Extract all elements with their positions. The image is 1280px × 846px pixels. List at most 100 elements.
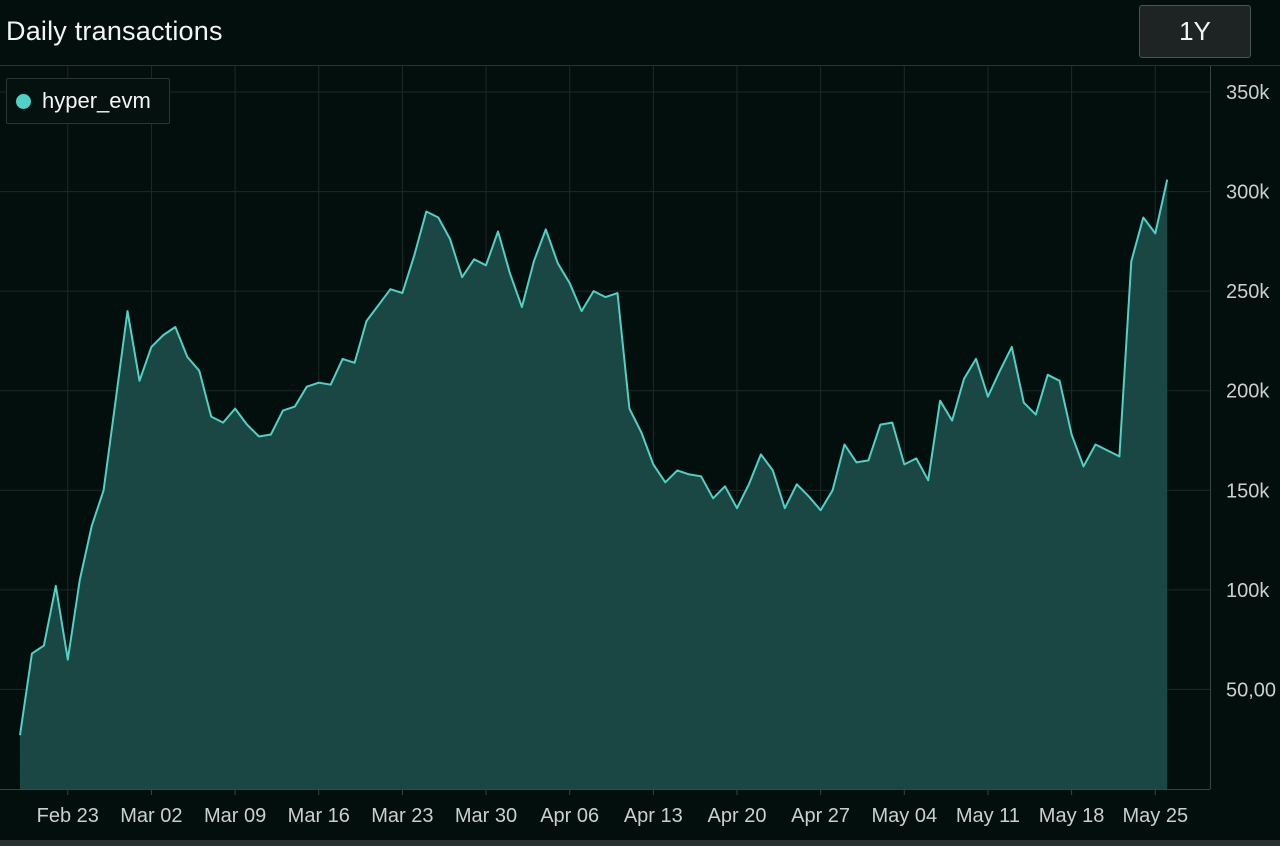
x-axis-ticks: Feb 23 Mar 02 Mar 09 Mar 16 Mar 23 Mar 30 Apr … — [37, 789, 1188, 827]
data-point — [760, 453, 762, 455]
data-point — [891, 421, 893, 423]
data-point — [43, 644, 45, 646]
data-point — [67, 658, 69, 660]
y-tick-label: 150k — [1226, 480, 1270, 502]
data-point — [664, 481, 666, 483]
data-point — [126, 310, 128, 312]
data-point — [389, 288, 391, 290]
data-point — [927, 479, 929, 481]
data-point — [843, 443, 845, 445]
data-point — [1047, 374, 1049, 376]
data-point — [1118, 455, 1120, 457]
data-point — [246, 423, 248, 425]
data-point — [1094, 443, 1096, 445]
data-point — [616, 292, 618, 294]
data-point — [377, 304, 379, 306]
data-point — [79, 579, 81, 581]
data-point — [628, 407, 630, 409]
x-tick-label: Apr 27 — [791, 805, 850, 827]
data-point — [31, 652, 33, 654]
data-point — [999, 370, 1001, 372]
data-point — [580, 310, 582, 312]
data-point — [592, 290, 594, 292]
y-tick-label: 350k — [1226, 82, 1270, 104]
x-tick-label: Mar 23 — [371, 805, 433, 827]
legend-label: hyper_evm — [42, 88, 151, 113]
data-point — [258, 435, 260, 437]
data-point — [808, 495, 810, 497]
data-point — [772, 469, 774, 471]
x-tick-label: Apr 13 — [624, 805, 683, 827]
data-point — [270, 433, 272, 435]
x-tick-label: May 11 — [956, 805, 1020, 827]
bottom-scrollbar-track — [0, 840, 1280, 846]
data-point — [831, 489, 833, 491]
x-tick-label: Apr 20 — [708, 805, 767, 827]
data-point — [545, 228, 547, 230]
data-point — [401, 292, 403, 294]
data-point — [963, 378, 965, 380]
legend-color-dot-icon — [16, 93, 31, 109]
data-point — [533, 260, 535, 262]
data-point — [174, 326, 176, 328]
x-tick-label: May 04 — [872, 805, 938, 827]
data-point — [951, 419, 953, 421]
data-point — [55, 585, 57, 587]
data-point — [748, 483, 750, 485]
data-point — [1082, 465, 1084, 467]
x-tick-label: Mar 16 — [288, 805, 350, 827]
data-point — [987, 396, 989, 398]
x-tick-label: Apr 06 — [540, 805, 599, 827]
data-point — [318, 382, 320, 384]
data-point — [915, 457, 917, 459]
data-point — [903, 463, 905, 465]
data-point — [569, 282, 571, 284]
x-tick-label: May 25 — [1123, 805, 1189, 827]
data-point — [473, 258, 475, 260]
data-point — [1011, 346, 1013, 348]
data-point — [1142, 216, 1144, 218]
data-point — [939, 400, 941, 402]
data-point — [353, 362, 355, 364]
data-point — [222, 421, 224, 423]
data-point — [1106, 449, 1108, 451]
data-point — [461, 276, 463, 278]
x-tick-label: Mar 02 — [120, 805, 182, 827]
x-tick-label: May 18 — [1039, 805, 1105, 827]
data-point — [306, 386, 308, 388]
x-tick-label: Mar 09 — [204, 805, 266, 827]
data-point — [521, 306, 523, 308]
data-point — [509, 272, 511, 274]
data-point — [497, 230, 499, 232]
data-point — [282, 409, 284, 411]
data-point — [234, 407, 236, 409]
data-point — [330, 384, 332, 386]
legend-item-hyper-evm[interactable]: hyper_evm — [6, 78, 170, 124]
data-point — [736, 507, 738, 509]
data-point — [186, 356, 188, 358]
data-point — [91, 525, 93, 527]
data-point — [1058, 380, 1060, 382]
data-point — [413, 254, 415, 256]
data-point — [724, 485, 726, 487]
data-point — [879, 423, 881, 425]
data-point — [1166, 178, 1168, 180]
data-point — [294, 405, 296, 407]
data-point — [114, 400, 116, 402]
data-point — [365, 320, 367, 322]
data-point — [1035, 413, 1037, 415]
y-tick-label: 300k — [1226, 182, 1270, 204]
data-point — [198, 370, 200, 372]
y-axis-ticks: 350k 300k 250k 200k 150k 100k 50,00 — [1226, 82, 1276, 701]
data-point — [557, 262, 559, 264]
y-tick-label: 100k — [1226, 580, 1270, 602]
data-point — [102, 489, 104, 491]
data-point — [796, 483, 798, 485]
y-tick-label: 200k — [1226, 381, 1270, 403]
data-point — [855, 461, 857, 463]
data-point — [437, 216, 439, 218]
data-point — [700, 475, 702, 477]
data-point — [1154, 232, 1156, 234]
data-point — [688, 473, 690, 475]
data-point — [712, 497, 714, 499]
